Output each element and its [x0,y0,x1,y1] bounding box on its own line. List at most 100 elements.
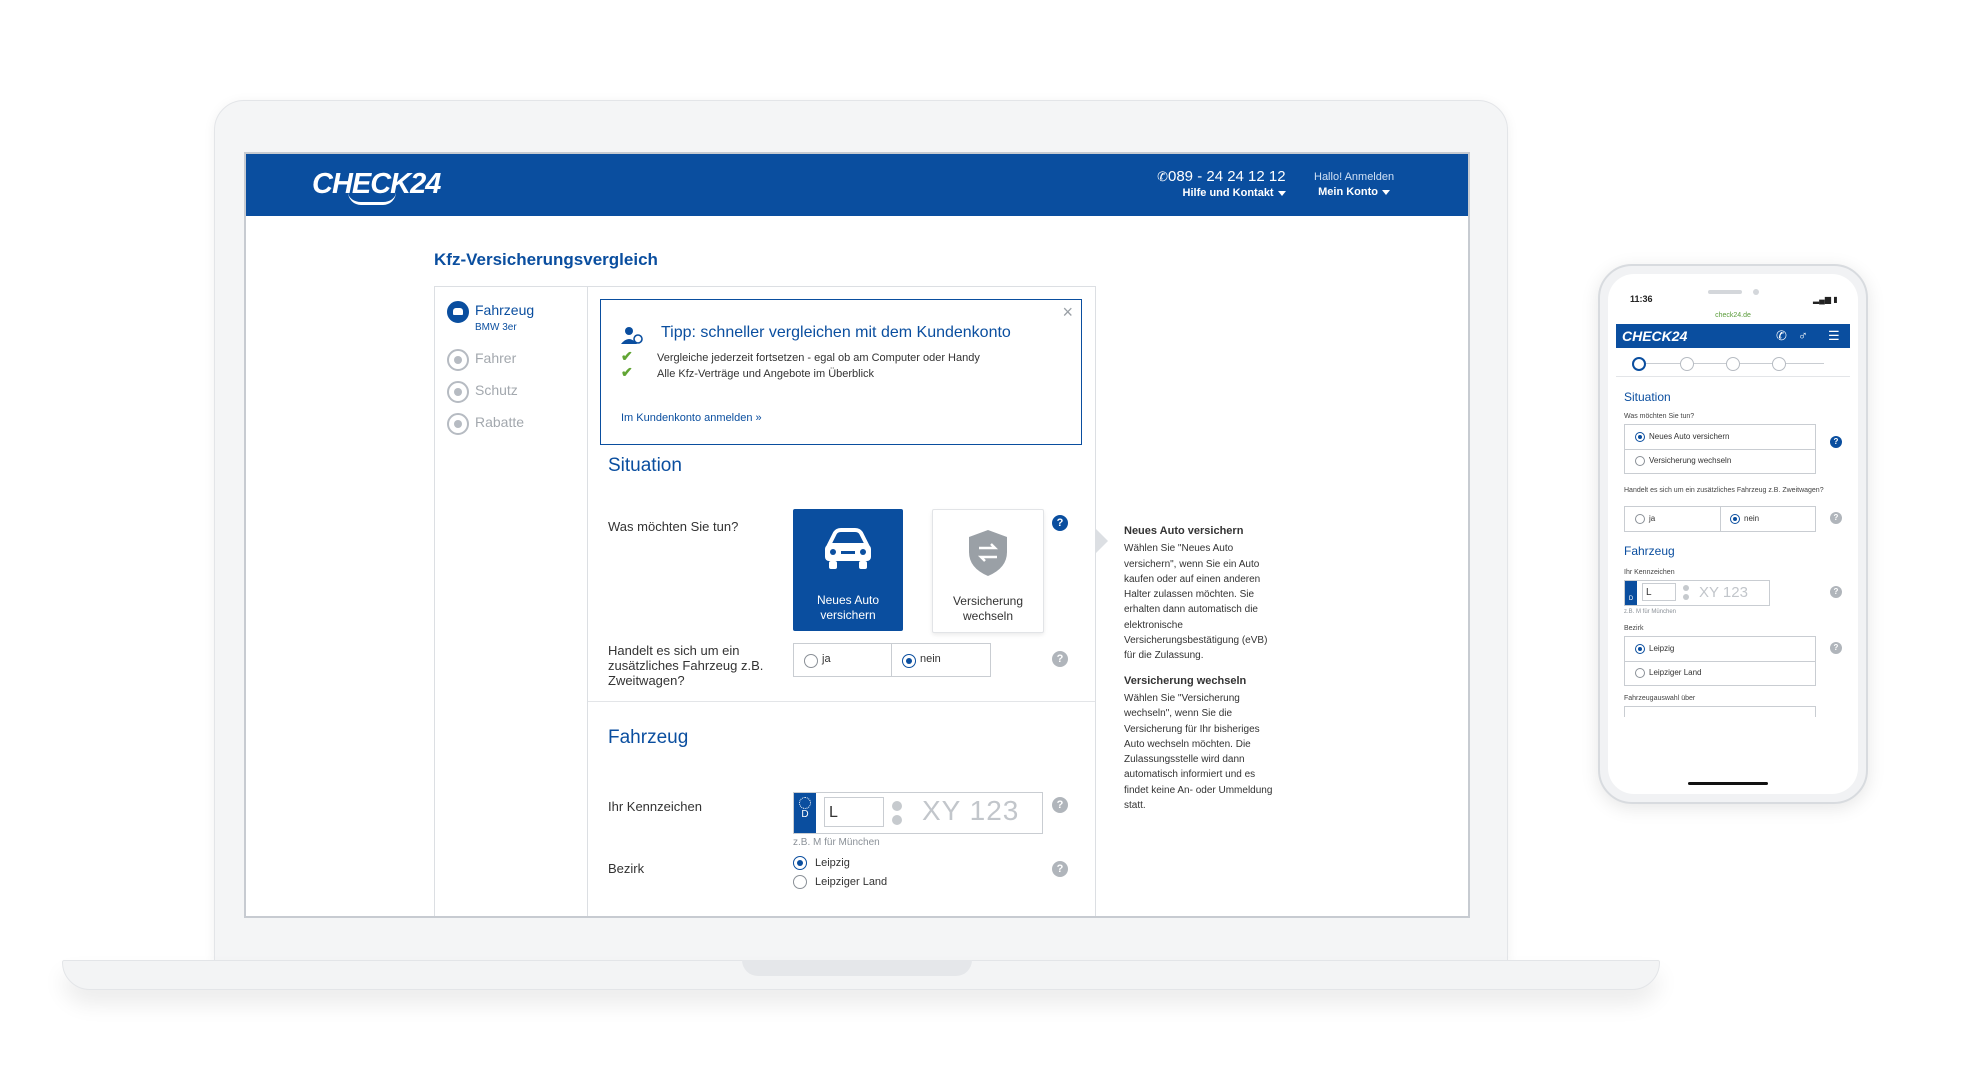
plate-hint: z.B. M für München [1624,609,1677,615]
info-title: Versicherung wechseln [1124,674,1247,687]
car-icon [825,528,871,569]
step-sidebar: Fahrzeug BMW 3er Fahrer Schutz Rabatte [435,287,588,916]
help-contact-menu[interactable]: Hilfe und Kontakt [1156,187,1286,199]
radio-label: ja [1649,514,1656,523]
shield-icon [447,381,469,403]
status-time: 11:36 [1630,294,1653,304]
radio-no[interactable]: nein [891,643,991,677]
section-title-fahrzeug: Fahrzeug [608,727,689,748]
plate-label: Ihr Kennzeichen [1624,569,1675,576]
plate-number-input[interactable]: XY 123 [922,795,1019,827]
license-plate-input: D L XY 123 [793,792,1043,834]
district-options: Leipzig Leipziger Land [1624,636,1816,686]
question-label: Was möchten Sie tun? [1624,413,1695,420]
radio-yes[interactable]: ja [793,643,892,677]
help-icon[interactable]: ? [1830,586,1842,598]
option-label: Leipzig [1649,644,1675,653]
car-icon[interactable] [1632,357,1646,371]
home-indicator [1688,782,1768,785]
radio-icon [1635,644,1645,654]
district-option[interactable]: Leipzig [1625,637,1815,662]
phone-number: 089 - 24 24 12 12 [1168,168,1286,185]
radio-icon [1635,514,1645,524]
option-switch-insurance[interactable]: Versicherung wechseln [932,509,1044,633]
district-option[interactable]: Leipzig [793,856,850,870]
eu-flag-icon: D [794,793,816,833]
district-label: Bezirk [1624,625,1644,632]
url-bar[interactable]: check24.de [1608,312,1858,319]
situation-options: Neues Auto versichern Versicherung wechs… [1624,424,1816,474]
option-switch-insurance[interactable]: Versicherung wechseln [1625,449,1815,473]
info-title: Neues Auto versichern [1124,525,1244,537]
option-label: Neues Auto versichern [1649,432,1730,441]
help-icon[interactable]: ? [1830,642,1842,654]
radio-icon [1635,668,1645,678]
eu-flag-icon: D [1625,581,1637,605]
radio-icon [793,856,807,870]
user-icon [621,327,643,344]
plate-district-input[interactable]: L [824,797,884,827]
shield-icon[interactable] [1726,357,1740,371]
close-icon[interactable]: × [1062,302,1073,323]
user-icon[interactable]: ♂ [1798,328,1808,343]
district-option[interactable]: Leipziger Land [793,875,887,889]
mobile-stepper [1616,354,1850,377]
percent-icon[interactable] [1772,357,1786,371]
radio-icon [793,875,807,889]
help-icon[interactable]: ? [1830,436,1842,448]
radio-yes[interactable]: ja [1625,507,1721,531]
page-title: Kfz-Versicherungsvergleich [434,250,658,269]
phone-icon[interactable]: ✆ [1776,328,1787,344]
tip-title: Tipp: schneller vergleichen mit dem Kund… [661,324,1011,341]
person-icon [447,349,469,371]
car-icon [447,301,469,323]
plate-district-input[interactable]: L [1642,583,1676,601]
vehicle-select[interactable] [1624,706,1816,717]
contact-block: ✆089 - 24 24 12 12 Hilfe und Kontakt [1156,168,1286,199]
option-label: Versicherung wechseln [1649,456,1732,465]
question-label: Was möchten Sie tun? [608,519,739,534]
phone-icon: ✆ [1157,169,1168,184]
radio-no[interactable]: nein [1720,507,1815,531]
plate-number-input[interactable]: XY 123 [1699,584,1748,601]
speaker [1708,290,1742,294]
account-block: Hallo! Anmelden Mein Konto [1314,171,1394,198]
person-icon[interactable] [1680,357,1694,371]
mobile-screen: 11:36 ▂▄▆ ▮ check24.de CHECK24 ✆ ♂ ☰ Sit… [1608,274,1858,794]
district-label: Bezirk [608,861,645,876]
step-label: Fahrer [475,350,517,366]
radio-icon [1635,456,1645,466]
mobile-header: CHECK24 ✆ ♂ ☰ [1616,324,1850,348]
second-car-options: ja nein [1624,506,1816,532]
plate-seal-icon [892,801,902,811]
option-new-car[interactable]: Neues Auto versichern [793,509,903,631]
help-icon[interactable]: ? [1830,512,1842,524]
section-title-situation: Situation [608,455,682,476]
menu-icon[interactable]: ☰ [1828,328,1840,344]
laptop-notch [742,960,972,976]
plate-label: Ihr Kennzeichen [608,799,702,814]
help-icon[interactable]: ? [1052,797,1068,813]
step-label: Fahrzeug [475,302,535,318]
radio-label: nein [920,653,941,665]
form-content: × Tipp: schneller vergleichen mit dem Ku… [588,287,1095,916]
section-title-situation: Situation [1624,390,1671,404]
check24-logo[interactable]: CHECK24 [1622,328,1687,344]
plate-hint: z.B. M für München [793,837,880,848]
login-account-link[interactable]: Im Kundenkonto anmelden » [621,412,762,424]
district-option[interactable]: Leipziger Land [1625,661,1815,685]
check-icon: ✔ [621,364,633,380]
section-title-fahrzeug: Fahrzeug [1624,544,1675,558]
desktop-screen: CHECK24 ✆089 - 24 24 12 12 Hilfe und Kon… [244,152,1470,918]
license-plate-input: D L XY 123 [1624,580,1770,606]
help-icon[interactable]: ? [1052,651,1068,667]
help-icon[interactable]: ? [1052,515,1068,531]
login-link[interactable]: Hallo! Anmelden [1314,171,1394,183]
question-label: Handelt es sich um ein zusätzliches Fahr… [1624,487,1824,494]
radio-label: ja [822,653,831,665]
account-menu[interactable]: Mein Konto [1314,186,1394,198]
help-icon[interactable]: ? [1052,861,1068,877]
step-label: Rabatte [475,414,525,430]
logo-swoosh-icon [348,192,396,205]
option-new-car[interactable]: Neues Auto versichern [1625,425,1815,450]
